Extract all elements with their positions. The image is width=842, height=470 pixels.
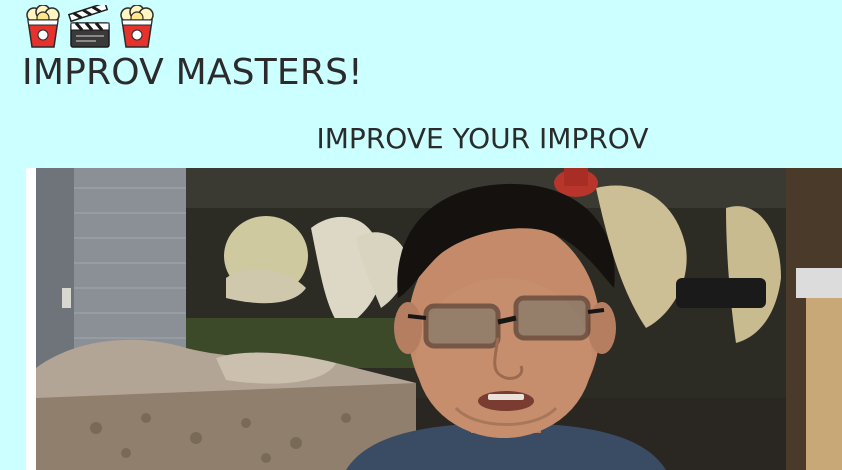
popcorn-icon (24, 5, 62, 49)
webcam-video-frame[interactable] (26, 168, 842, 470)
emoji-row (24, 4, 156, 50)
page: IMPROV MASTERS! IMPROVE YOUR IMPROV (0, 0, 842, 470)
clapper-board-icon (68, 5, 112, 49)
tagline: IMPROVE YOUR IMPROV (316, 122, 649, 155)
popcorn-icon (118, 5, 156, 49)
site-title: IMPROV MASTERS! (22, 52, 363, 93)
